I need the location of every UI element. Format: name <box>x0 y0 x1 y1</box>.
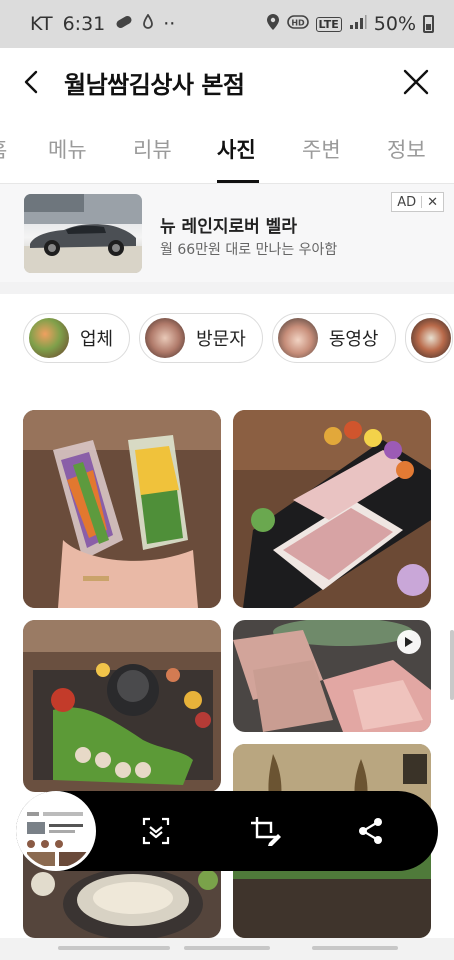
battery-percent: 50% <box>373 13 416 35</box>
chip-label: 업체 <box>80 329 114 350</box>
screenshot-toolbar <box>16 791 438 871</box>
time-label: 6:31 <box>62 13 106 35</box>
tab-home[interactable]: 홈 <box>0 116 7 184</box>
chip-more[interactable] <box>404 313 453 363</box>
ad-subtitle: 월 66만원 대로 만나는 우아함 <box>160 242 338 258</box>
photo-filter-chips: 업체 방문자 동영상 <box>23 313 453 365</box>
chip-visitor[interactable]: 방문자 <box>139 313 263 363</box>
chip-business[interactable]: 업체 <box>23 313 131 363</box>
svg-text:HD: HD <box>291 19 305 28</box>
scroll-capture-icon <box>142 817 170 845</box>
ad-banner[interactable]: 뉴 레인지로버 벨라 월 66만원 대로 만나는 우아함 AD ✕ <box>0 184 454 282</box>
tab-info[interactable]: 정보 <box>387 116 426 184</box>
scrollbar-thumb[interactable] <box>450 630 454 700</box>
ad-badge: AD ✕ <box>391 192 444 212</box>
share-button[interactable] <box>351 811 391 851</box>
nav-recent-handle[interactable] <box>58 946 170 950</box>
status-bar: KT 6:31 ·· HD LTE 50% <box>0 0 454 48</box>
screenshot-preview[interactable] <box>16 791 96 871</box>
back-button[interactable] <box>0 48 64 116</box>
table-spread-image <box>23 620 221 792</box>
location-icon <box>266 13 280 35</box>
nav-back-handle[interactable] <box>312 946 398 950</box>
section-divider <box>0 282 454 294</box>
tab-nearby[interactable]: 주변 <box>302 116 341 184</box>
active-tab-indicator <box>217 180 259 183</box>
crop-edit-button[interactable] <box>245 811 285 851</box>
crop-edit-icon <box>251 817 281 846</box>
tab-bar: 홈 메뉴 리뷰 사진 주변 정보 <box>0 116 454 184</box>
close-icon <box>403 69 429 95</box>
share-icon <box>359 818 382 844</box>
chip-label: 동영상 <box>328 329 379 350</box>
hd-icon: HD <box>286 14 309 34</box>
preview-image <box>19 794 93 868</box>
meat-platter-image <box>233 410 431 608</box>
ad-car-image <box>24 194 142 273</box>
pill-icon <box>115 15 133 33</box>
photo-spring-rolls[interactable] <box>23 410 221 608</box>
back-arrow-icon <box>24 70 38 94</box>
ad-label: AD <box>397 194 417 210</box>
video-play-icon <box>397 630 421 654</box>
more-notifications-icon: ·· <box>163 13 176 35</box>
carrier-label: KT <box>30 13 53 35</box>
tab-photos[interactable]: 사진 <box>217 116 256 184</box>
tab-menu[interactable]: 메뉴 <box>48 116 87 184</box>
ad-title: 뉴 레인지로버 벨라 <box>160 217 297 237</box>
chip-label: 방문자 <box>196 329 246 350</box>
close-button[interactable] <box>396 62 436 102</box>
chip-video[interactable]: 동영상 <box>271 313 396 363</box>
photo-video-meat[interactable] <box>233 620 431 732</box>
spring-roll-image <box>23 410 221 608</box>
header: 월남쌈김상사 본점 <box>0 48 454 116</box>
scroll-capture-button[interactable] <box>136 811 176 851</box>
chip-thumbnail <box>277 318 318 358</box>
page-title: 월남쌈김상사 본점 <box>64 70 245 99</box>
chip-thumbnail <box>145 318 186 358</box>
system-navigation-bar <box>0 938 454 960</box>
chip-thumbnail <box>410 318 451 358</box>
lte-indicator: LTE <box>315 16 342 32</box>
nav-home-handle[interactable] <box>184 946 270 950</box>
ad-close-button[interactable]: ✕ <box>422 195 443 210</box>
photo-table-spread[interactable] <box>23 620 221 792</box>
tab-reviews[interactable]: 리뷰 <box>133 116 172 184</box>
photo-meat-platter[interactable] <box>233 410 431 608</box>
battery-icon <box>423 15 434 33</box>
chip-thumbnail <box>29 318 69 358</box>
signal-icon <box>349 14 367 34</box>
drop-icon <box>143 13 154 34</box>
